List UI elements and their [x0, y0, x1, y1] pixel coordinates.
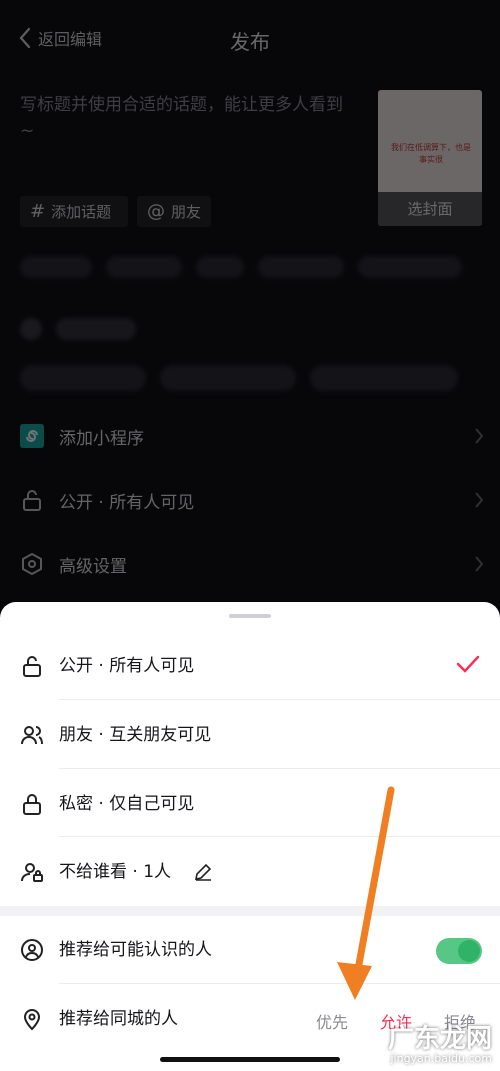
page-title: 发布 — [230, 30, 270, 54]
checkmark-icon — [456, 655, 480, 673]
visibility-bottom-sheet: 公开 · 所有人可见 朋友 · 互关朋友可见 私密 · 仅自己可见 不给谁看 ·… — [0, 602, 500, 1071]
advanced-settings-label: 高级设置 — [59, 556, 127, 577]
recommend-known-label: 推荐给可能认识的人 — [59, 940, 212, 960]
option-friends-label: 朋友 · 互关朋友可见 — [59, 725, 212, 745]
recommend-known-row: 推荐给可能认识的人 — [0, 916, 500, 984]
chevron-right-icon — [475, 556, 484, 572]
watermark-url: jingyan.baidu.com — [390, 1052, 492, 1065]
cover-thumbnail[interactable]: 我们在低调算下，也是事实很 选封面 — [378, 90, 482, 226]
location-pin-icon — [23, 1009, 41, 1031]
recommend-known-toggle[interactable] — [436, 938, 482, 964]
add-topic-label: 添加话题 — [51, 203, 112, 221]
lock-icon — [23, 794, 41, 815]
watermark: 广东龙网 jingyan.baidu.com — [388, 1025, 492, 1065]
sheet-drag-handle[interactable] — [229, 614, 271, 618]
option-hide-from-label: 不给谁看 · 1人 — [59, 862, 172, 882]
user-lock-icon — [21, 863, 43, 882]
cover-caption: 我们在低调算下，也是事实很 — [391, 143, 471, 164]
option-private-label: 私密 · 仅自己可见 — [59, 794, 195, 814]
recommend-local-label: 推荐给同城的人 — [59, 1009, 178, 1029]
choice-prioritize[interactable]: 优先 — [316, 1009, 348, 1033]
suggested-topics-row — [20, 256, 490, 278]
advanced-settings-row[interactable]: 高级设置 — [0, 534, 500, 594]
option-public-label: 公开 · 所有人可见 — [59, 656, 195, 676]
add-mini-program-label: 添加小程序 — [59, 428, 144, 449]
visibility-row[interactable]: 公开 · 所有人可见 — [0, 470, 500, 530]
user-circle-icon — [21, 939, 43, 961]
home-indicator — [160, 1057, 340, 1062]
top-bar: 返回编辑 发布 — [0, 0, 500, 78]
add-mini-program-row[interactable]: 添加小程序 — [0, 406, 500, 466]
unlock-icon — [23, 656, 41, 677]
mini-program-icon — [20, 424, 44, 448]
hashtag-icon: # — [30, 201, 46, 222]
option-hide-from[interactable]: 不给谁看 · 1人 — [0, 838, 500, 906]
friends-icon — [21, 726, 43, 745]
section-divider — [0, 906, 500, 916]
watermark-title: 广东龙网 — [387, 1024, 492, 1054]
choose-cover-button[interactable]: 选封面 — [378, 192, 482, 226]
chevron-right-icon — [475, 428, 484, 444]
description-input[interactable]: 写标题并使用合适的话题，能让更多人看到~ — [20, 92, 355, 144]
option-private[interactable]: 私密 · 仅自己可见 — [0, 770, 500, 838]
visibility-label: 公开 · 所有人可见 — [59, 492, 195, 513]
option-public[interactable]: 公开 · 所有人可见 — [0, 632, 500, 700]
edit-pencil-icon[interactable] — [193, 862, 213, 882]
mention-friend-chip[interactable]: @ 朋友 — [137, 196, 211, 227]
add-topic-chip[interactable]: # 添加话题 — [20, 196, 128, 227]
location-suggestions-row — [20, 365, 490, 391]
option-friends[interactable]: 朋友 · 互关朋友可见 — [0, 701, 500, 769]
settings-hexagon-icon — [20, 552, 44, 576]
unlock-icon — [20, 488, 44, 512]
at-sign-icon: @ — [147, 201, 165, 222]
toggle-knob — [458, 940, 480, 962]
chevron-right-icon — [475, 492, 484, 508]
location-row — [20, 318, 490, 340]
mention-friend-label: 朋友 — [171, 203, 202, 221]
